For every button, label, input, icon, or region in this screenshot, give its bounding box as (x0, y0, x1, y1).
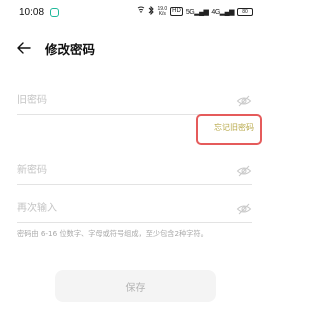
status-time: 10:08 (19, 7, 45, 18)
signal-5g-label: 5G (185, 8, 195, 16)
header: 修改密码 (0, 36, 271, 62)
password-hint: 密码由 6-16 位数字、字母或符号组成，至少包含2种字符。 (17, 229, 208, 238)
hd-badge: HD (170, 7, 183, 16)
signal-4g-label: 4G (211, 8, 220, 16)
eye-off-icon[interactable] (236, 201, 252, 215)
new-password-field (17, 158, 252, 185)
battery-icon: 80 (237, 7, 253, 16)
back-button[interactable] (14, 38, 34, 58)
nfc-icon (137, 6, 145, 17)
confirm-password-input[interactable] (17, 196, 222, 220)
back-arrow-icon (17, 42, 31, 54)
confirm-password-field (17, 196, 252, 223)
signal-5g-icon: 5G▂▄▆ (185, 8, 209, 16)
eye-off-icon[interactable] (236, 163, 252, 177)
old-password-field (17, 88, 252, 115)
network-speed: 19.0 K/s (157, 5, 168, 17)
status-bar: 10:08 19.0 K/s HD 5G▂▄▆ 4G▂▄▆ 80 (0, 0, 271, 26)
app-notification-icon (50, 8, 59, 17)
eye-off-icon[interactable] (236, 93, 252, 107)
signal-4g-icon: 4G▂▄▆ (211, 8, 234, 16)
new-password-input[interactable] (17, 158, 222, 182)
forgot-password-link[interactable]: 忘记旧密码 (214, 122, 254, 133)
status-icons: 19.0 K/s HD 5G▂▄▆ 4G▂▄▆ 80 (137, 5, 253, 17)
battery-level: 80 (242, 8, 248, 15)
page-title: 修改密码 (45, 42, 96, 57)
bluetooth-icon (148, 5, 155, 17)
old-password-input[interactable] (17, 88, 222, 112)
save-button[interactable]: 保存 (55, 270, 216, 302)
